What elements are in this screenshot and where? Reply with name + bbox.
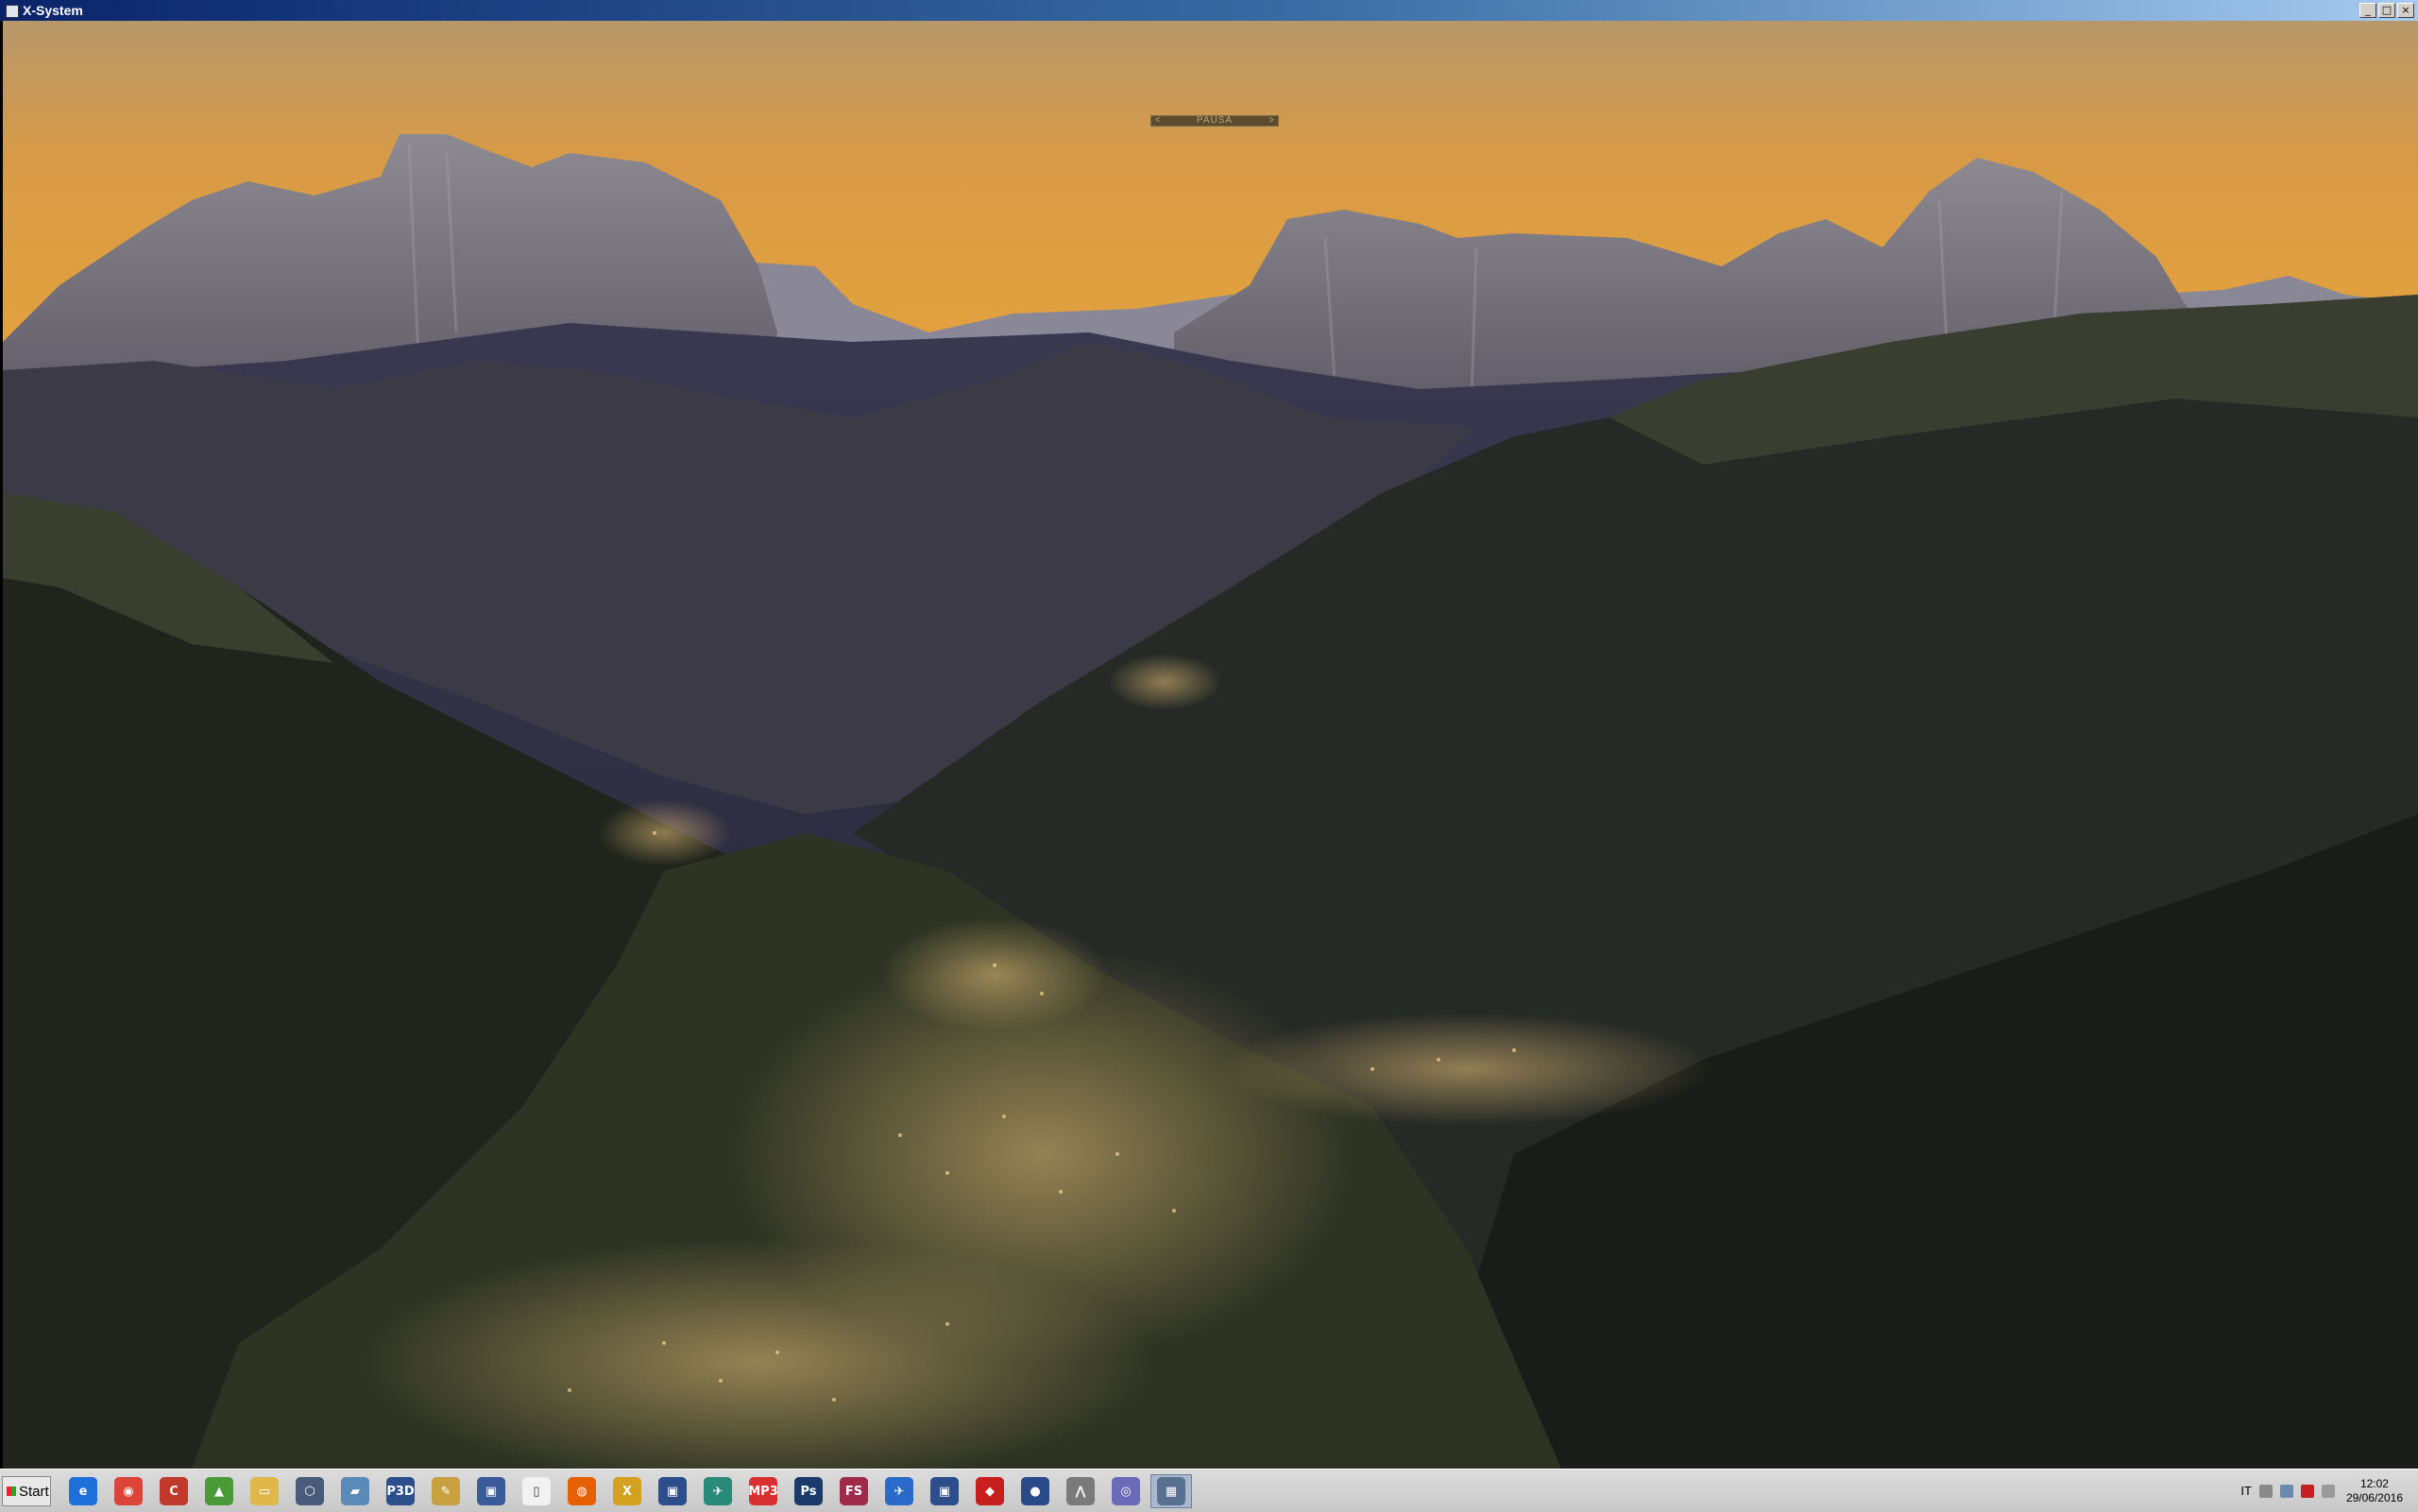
taskbar-button-photoshop[interactable]: Ps [788,1474,829,1508]
taskbar-icons: e ◉ C ▲ ▭ ⬡ ▰ P3D ✎ ▣ ▯ ◍ X ▣ ✈ MP3 Ps FS ✈ ▣ ◆ ● ⋀ ◎ ▦ [62,1474,1192,1508]
paint-icon: ✎ [432,1477,460,1505]
close-button[interactable]: × [2397,3,2414,18]
taskbar-button-airplane[interactable]: ✈ [697,1474,739,1508]
window-app-icon [6,5,19,18]
app-window-icon-3: ▣ [930,1477,959,1505]
spiral-icon: ◎ [1112,1477,1140,1505]
language-indicator[interactable]: IT [2240,1484,2252,1498]
folder-icon: ▭ [250,1477,279,1505]
chrome-icon: ◉ [114,1477,143,1505]
taskbar-button-ccleaner[interactable]: C [153,1474,195,1508]
volume-icon[interactable] [2321,1484,2335,1498]
security-tray-icon[interactable] [2300,1484,2314,1498]
taskbar-button-internet-explorer[interactable]: e [62,1474,104,1508]
pause-label: PAUSA [1196,115,1234,126]
taskbar-button-chrome[interactable]: ◉ [108,1474,149,1508]
photoshop-icon: Ps [794,1477,823,1505]
taskbar-button-spiral[interactable]: ◎ [1105,1474,1147,1508]
ccleaner-icon: C [160,1477,188,1505]
taskbar-button-fs[interactable]: FS [833,1474,875,1508]
network-icon: ⬡ [296,1477,324,1505]
document-icon: ▯ [522,1477,551,1505]
xsystem-window-icon: ▦ [1157,1477,1185,1505]
windows-logo-icon [7,1487,16,1496]
tool-icon: ⋀ [1066,1477,1095,1505]
clock[interactable]: 12:02 29/06/2016 [2342,1477,2407,1505]
window-titlebar[interactable]: X-System _ □ × [0,0,2418,21]
pause-right-arrow[interactable]: > [1269,116,1274,126]
taskbar-button-folder[interactable]: ▭ [244,1474,285,1508]
pin-icon: ▲ [205,1477,233,1505]
book-icon: ▰ [341,1477,369,1505]
clock-time: 12:02 [2359,1476,2389,1490]
xplane-icon: X [613,1477,641,1505]
window-title: X-System [23,3,83,18]
mp3-icon: MP3 [748,1477,778,1505]
flame-icon: ◆ [976,1477,1004,1505]
internet-explorer-icon: e [69,1477,97,1505]
taskbar-button-tool[interactable]: ⋀ [1060,1474,1101,1508]
clock-date: 29/06/2016 [2345,1490,2403,1504]
fs-icon: FS [840,1477,868,1505]
taskbar-button-app-window-2[interactable]: ▣ [652,1474,693,1508]
taskbar-button-app-window-3[interactable]: ▣ [924,1474,965,1508]
app-window-icon-2: ▣ [658,1477,687,1505]
minimize-button[interactable]: _ [2359,3,2376,18]
mountain-scenery [3,21,2418,1469]
taskbar-button-xplane[interactable]: X [606,1474,648,1508]
pause-indicator: < PAUSA > [1150,115,1279,127]
start-label: Start [19,1483,49,1500]
taskbar-button-globe[interactable]: ● [1014,1474,1056,1508]
taskbar-button-document[interactable]: ▯ [516,1474,557,1508]
start-button[interactable]: Start [2,1476,51,1506]
taskbar-button-flame[interactable]: ◆ [969,1474,1011,1508]
taskbar-button-mp3[interactable]: MP3 [742,1474,784,1508]
taskbar-button-book[interactable]: ▰ [334,1474,376,1508]
app-window-icon: ▣ [477,1477,505,1505]
taskbar: Start e ◉ C ▲ ▭ ⬡ ▰ P3D ✎ ▣ ▯ ◍ X ▣ ✈ MP3 Ps FS ✈ ▣ ◆ ● ⋀ ◎ ▦ IT… [0,1469,2418,1512]
taskbar-button-pin[interactable]: ▲ [198,1474,240,1508]
tray-expand-icon[interactable] [2258,1484,2273,1498]
globe-icon: ● [1021,1477,1049,1505]
system-tray: IT 12:02 29/06/2016 [2240,1470,2418,1512]
taskbar-button-plane[interactable]: ✈ [878,1474,920,1508]
simulator-viewport[interactable]: < PAUSA > [3,21,2418,1469]
pause-left-arrow[interactable]: < [1155,116,1161,126]
taskbar-button-app-window[interactable]: ▣ [470,1474,512,1508]
taskbar-button-network[interactable]: ⬡ [289,1474,331,1508]
plane-icon: ✈ [885,1477,913,1505]
window-controls: _ □ × [2359,3,2414,18]
firefox-icon: ◍ [568,1477,596,1505]
taskbar-button-p3d[interactable]: P3D [380,1474,421,1508]
network-tray-icon[interactable] [2279,1484,2293,1498]
airplane-icon: ✈ [704,1477,732,1505]
p3d-icon: P3D [386,1477,415,1505]
maximize-button[interactable]: □ [2378,3,2395,18]
taskbar-button-xsystem-window[interactable]: ▦ [1150,1474,1192,1508]
taskbar-button-paint[interactable]: ✎ [425,1474,467,1508]
taskbar-button-firefox[interactable]: ◍ [561,1474,603,1508]
